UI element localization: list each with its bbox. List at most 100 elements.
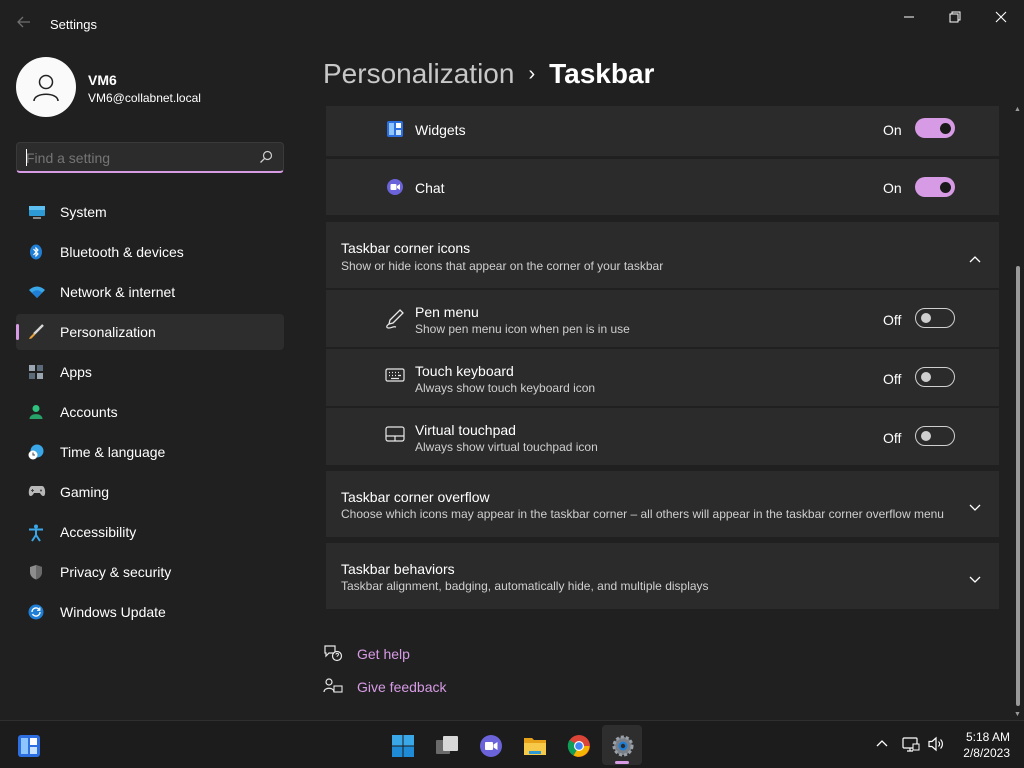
search-input[interactable] (26, 150, 246, 166)
widgets-state: On (883, 122, 902, 138)
behaviors-title: Taskbar behaviors (341, 561, 455, 577)
task-view-icon[interactable] (426, 725, 466, 765)
sidebar-item-time-language[interactable]: Time & language (16, 434, 284, 470)
sidebar-item-gaming[interactable]: Gaming (16, 474, 284, 510)
chat-title: Chat (415, 180, 445, 196)
virtual-touchpad-row: Virtual touchpad Always show virtual tou… (326, 408, 999, 465)
pen-menu-description: Show pen menu icon when pen is in use (415, 322, 630, 336)
widgets-title: Widgets (415, 122, 466, 138)
scrollbar-thumb[interactable] (1016, 266, 1020, 706)
sidebar-item-label: Gaming (60, 484, 110, 500)
sidebar-item-system[interactable]: System (16, 194, 284, 230)
file-explorer-icon[interactable] (514, 725, 554, 765)
back-arrow-icon[interactable] (12, 12, 36, 36)
text-caret (26, 149, 27, 166)
virtual-touchpad-state: Off (883, 430, 902, 446)
profile-name: VM6 (88, 72, 117, 88)
accessibility-icon (28, 524, 44, 542)
chat-icon (386, 178, 406, 198)
behaviors-section[interactable]: Taskbar behaviors Taskbar alignment, bad… (326, 543, 999, 609)
touch-keyboard-title: Touch keyboard (415, 363, 514, 379)
sidebar-item-apps[interactable]: Apps (16, 354, 284, 390)
sidebar-item-label: Time & language (60, 444, 166, 460)
clock-date: 2/8/2023 (963, 746, 1010, 760)
toggle-knob (921, 372, 931, 382)
app-title: Settings (50, 17, 97, 32)
search-icon[interactable] (259, 150, 273, 169)
pen-menu-row: Pen menu Show pen menu icon when pen is … (326, 290, 999, 347)
toggle-knob (940, 181, 951, 193)
sidebar-item-privacy-security[interactable]: Privacy & security (16, 554, 284, 590)
chevron-up-icon[interactable] (876, 736, 888, 754)
touchpad-icon (385, 426, 405, 446)
widgets-icon (386, 120, 406, 140)
volume-icon[interactable] (927, 736, 945, 757)
toggle-knob (940, 122, 951, 134)
touch-keyboard-toggle[interactable] (915, 367, 955, 387)
give-feedback-icon (323, 677, 343, 697)
chat-row: Chat On (326, 159, 999, 215)
pen-menu-state: Off (883, 312, 902, 328)
scroll-up-arrow-icon[interactable]: ▲ (1014, 106, 1021, 113)
system-icon (28, 204, 45, 220)
system-clock[interactable]: 5:18 AM 2/8/2023 (963, 729, 1010, 761)
sidebar-item-accessibility[interactable]: Accessibility (16, 514, 284, 550)
bluetooth-icon (28, 244, 44, 260)
update-icon (28, 604, 44, 620)
minimize-button[interactable] (886, 6, 932, 28)
corner-overflow-title: Taskbar corner overflow (341, 489, 490, 505)
search-box[interactable] (16, 142, 284, 173)
chat-toggle[interactable] (915, 177, 955, 197)
widgets-taskbar-icon[interactable] (8, 725, 48, 765)
sidebar-item-bluetooth[interactable]: Bluetooth & devices (16, 234, 284, 270)
corner-overflow-description: Choose which icons may appear in the tas… (341, 507, 944, 521)
active-app-indicator (615, 761, 629, 764)
person-icon (33, 74, 59, 102)
active-indicator (16, 324, 19, 340)
accounts-icon (28, 404, 44, 420)
sidebar-item-personalization[interactable]: Personalization (16, 314, 284, 350)
profile-email: VM6@collabnet.local (88, 91, 201, 105)
close-button[interactable] (978, 6, 1024, 28)
corner-icons-title: Taskbar corner icons (341, 240, 471, 256)
shield-icon (28, 564, 44, 580)
sidebar-item-label: Apps (60, 364, 92, 380)
virtual-touchpad-title: Virtual touchpad (415, 422, 516, 438)
give-feedback-link[interactable]: Give feedback (357, 679, 447, 695)
toggle-knob (921, 313, 931, 323)
touch-keyboard-description: Always show touch keyboard icon (415, 381, 596, 395)
chevron-down-icon[interactable] (969, 571, 981, 589)
brush-icon (28, 324, 44, 340)
settings-gear-icon[interactable] (602, 725, 642, 765)
restore-button[interactable] (932, 6, 978, 28)
sidebar-item-label: Accounts (60, 404, 118, 420)
chevron-up-icon[interactable] (969, 250, 981, 268)
scroll-down-arrow-icon[interactable]: ▼ (1014, 711, 1021, 718)
virtual-touchpad-description: Always show virtual touchpad icon (415, 440, 598, 454)
chevron-down-icon[interactable] (969, 499, 981, 517)
pen-icon (385, 308, 405, 329)
controller-icon (28, 484, 46, 500)
network-icon[interactable] (902, 736, 920, 757)
chrome-icon[interactable] (558, 725, 598, 765)
teams-chat-icon[interactable] (470, 725, 510, 765)
apps-icon (28, 364, 44, 380)
sidebar-item-windows-update[interactable]: Windows Update (16, 594, 284, 630)
touch-keyboard-row: Touch keyboard Always show touch keyboar… (326, 349, 999, 406)
corner-icons-header[interactable]: Taskbar corner icons Show or hide icons … (326, 222, 999, 288)
virtual-touchpad-toggle[interactable] (915, 426, 955, 446)
corner-overflow-section[interactable]: Taskbar corner overflow Choose which ico… (326, 471, 999, 537)
sidebar-item-accounts[interactable]: Accounts (16, 394, 284, 430)
wifi-icon (28, 284, 45, 300)
behaviors-description: Taskbar alignment, badging, automaticall… (341, 579, 709, 593)
widgets-toggle[interactable] (915, 118, 955, 138)
pen-menu-toggle[interactable] (915, 308, 955, 328)
windows-taskbar: 5:18 AM 2/8/2023 (0, 720, 1024, 768)
scrollbar[interactable]: ▲ ▼ (1014, 106, 1022, 718)
get-help-link[interactable]: Get help (357, 646, 410, 662)
chat-state: On (883, 180, 902, 196)
breadcrumb-parent[interactable]: Personalization (323, 58, 514, 89)
windows-start-icon[interactable] (382, 725, 422, 765)
sidebar-item-network[interactable]: Network & internet (16, 274, 284, 310)
clock-globe-icon (28, 444, 44, 460)
